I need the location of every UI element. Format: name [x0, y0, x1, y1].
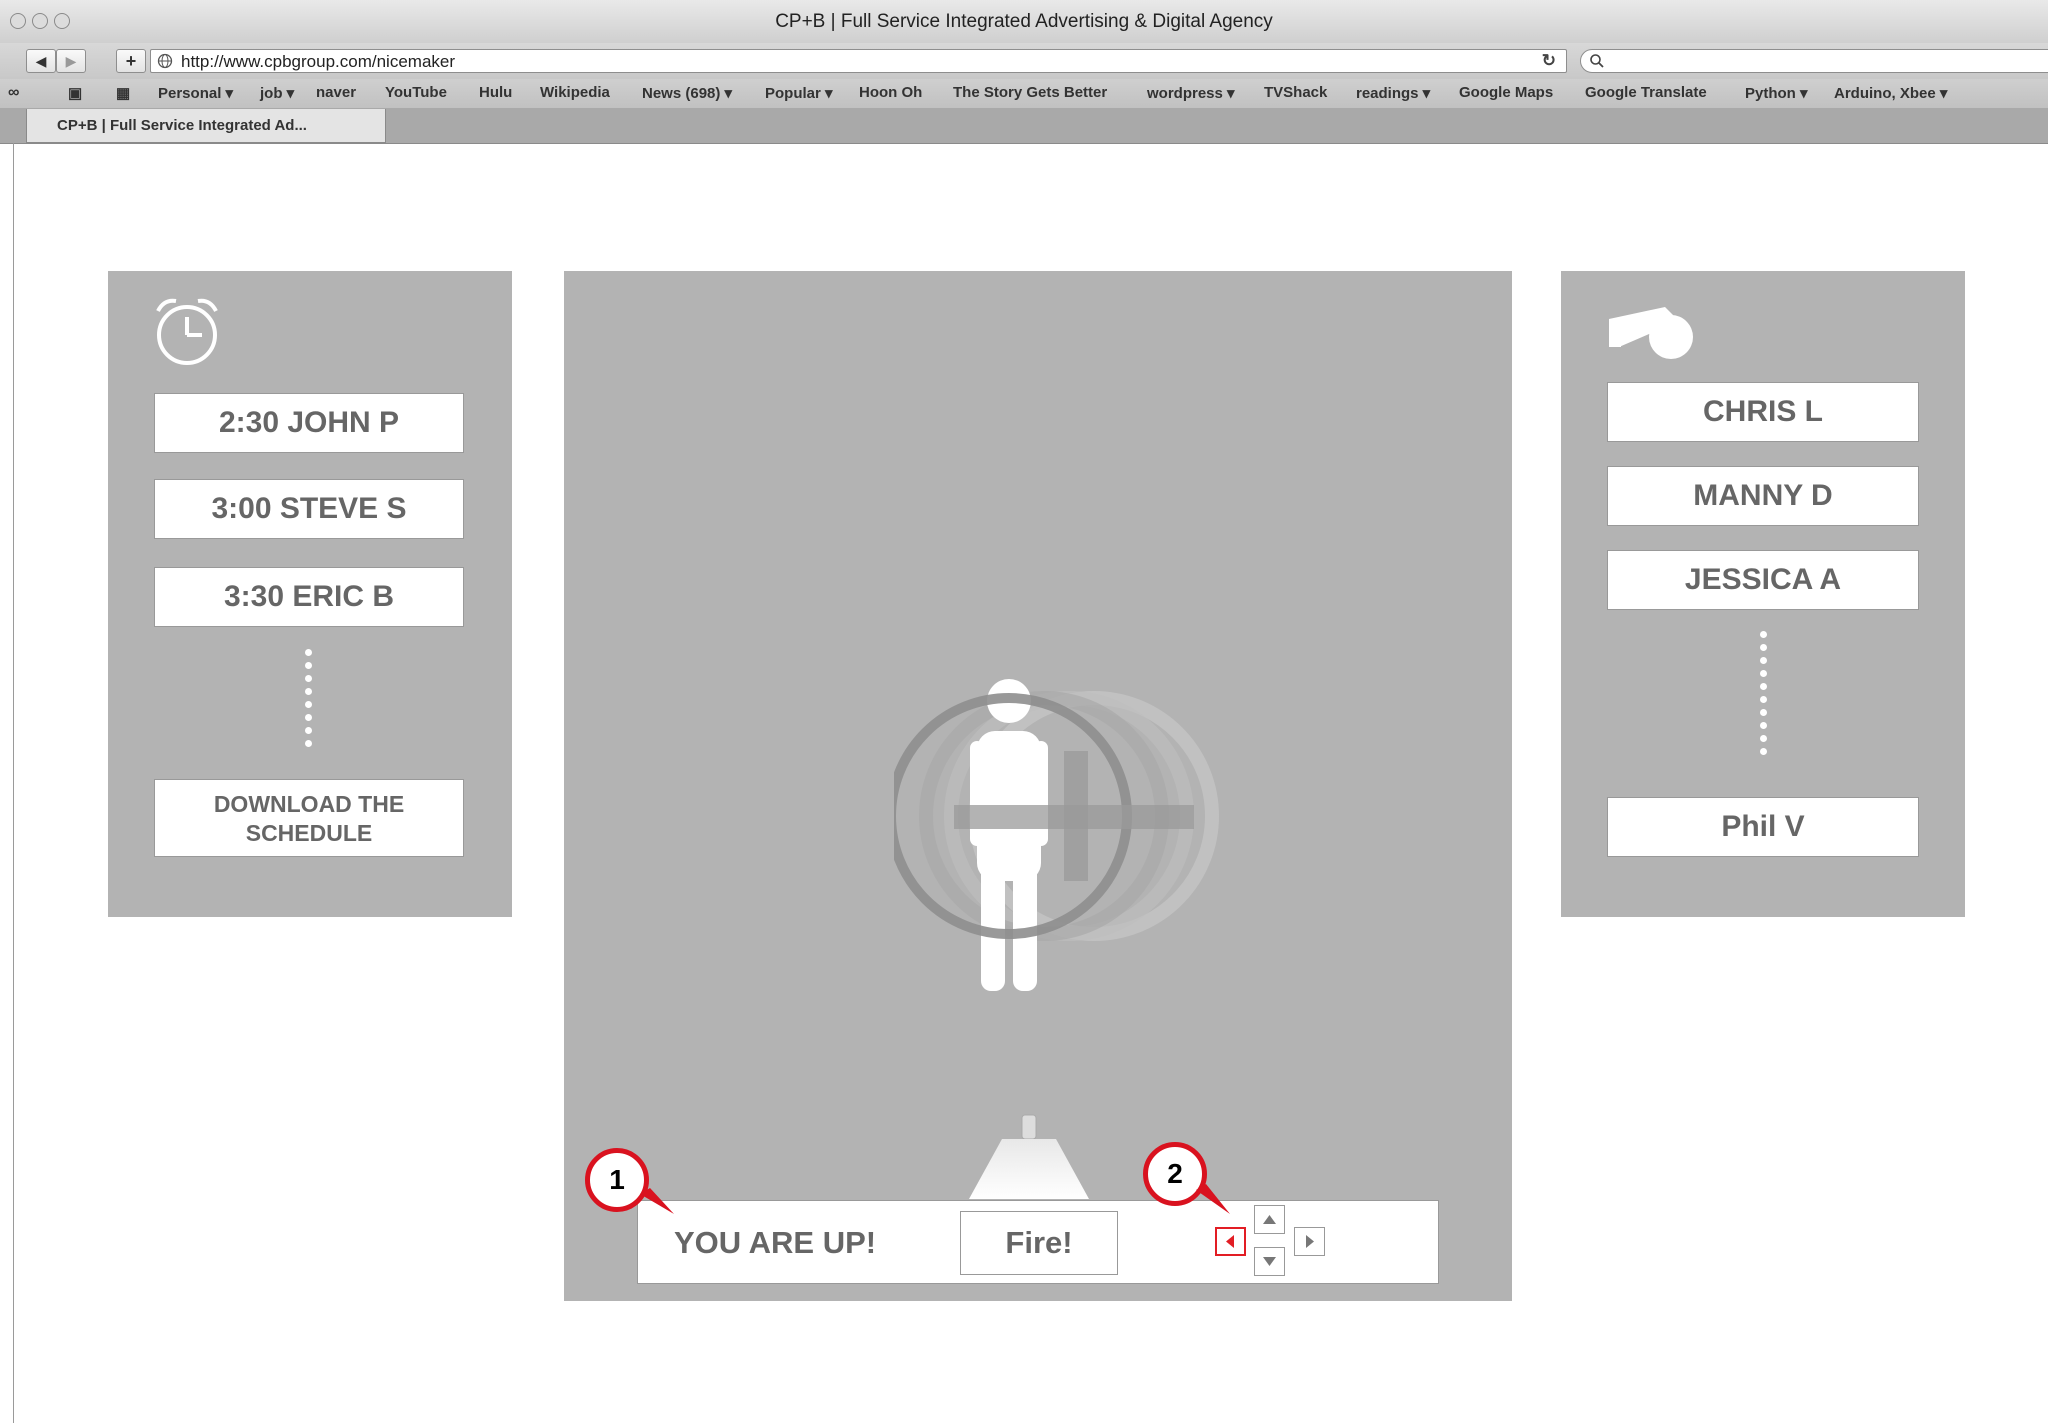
move-down-button[interactable] [1254, 1247, 1285, 1276]
download-schedule-button[interactable]: DOWNLOAD THE SCHEDULE [154, 779, 464, 857]
referee-item[interactable]: CHRIS L [1607, 382, 1919, 442]
bookmark-arduino-xbee[interactable]: Arduino, Xbee ▾ [1834, 84, 1947, 102]
bookmark-hoon-oh[interactable]: Hoon Oh [859, 84, 922, 101]
tab-strip: CP+B | Full Service Integrated Ad... [0, 109, 2048, 144]
bookmark-popular[interactable]: Popular ▾ [765, 84, 833, 102]
bookmarks-bar: ∞ ▣ ▦ Personal ▾ job ▾ naver YouTube Hul… [0, 79, 2048, 109]
fire-button[interactable]: Fire! [960, 1211, 1118, 1275]
forward-button[interactable]: ▶ [56, 49, 86, 73]
bookmark-story-gets-better[interactable]: The Story Gets Better [953, 84, 1107, 101]
arrow-down-icon [1263, 1257, 1276, 1266]
window-titlebar: CP+B | Full Service Integrated Advertisi… [0, 0, 2048, 44]
book-icon[interactable]: ▣ [68, 84, 82, 102]
back-button[interactable]: ◀ [26, 49, 56, 73]
bookmark-personal[interactable]: Personal ▾ [158, 84, 233, 102]
callout-pointer-2 [1196, 1184, 1230, 1214]
bookmark-naver[interactable]: naver [316, 84, 356, 101]
forward-arrow-icon: ▶ [65, 53, 77, 69]
add-bookmark-button[interactable]: + [116, 49, 146, 73]
move-up-button[interactable] [1254, 1205, 1285, 1234]
bookmark-python[interactable]: Python ▾ [1745, 84, 1808, 102]
arrow-right-icon [1306, 1235, 1314, 1248]
bookmark-news[interactable]: News (698) ▾ [642, 84, 732, 102]
game-stage [564, 271, 1512, 1301]
referee-item[interactable]: MANNY D [1607, 466, 1919, 526]
arrow-up-icon [1263, 1215, 1276, 1224]
search-icon [1590, 54, 1604, 68]
globe-icon [157, 53, 173, 69]
referee-item-last[interactable]: Phil V [1607, 797, 1919, 857]
url-text: http://www.cpbgroup.com/nicemaker [181, 52, 456, 71]
bookmark-google-translate[interactable]: Google Translate [1585, 84, 1707, 101]
move-left-button[interactable] [1215, 1227, 1246, 1256]
bookmark-youtube[interactable]: YouTube [385, 84, 447, 101]
move-right-button[interactable] [1294, 1227, 1325, 1256]
search-field[interactable] [1580, 49, 2048, 73]
plus-icon: + [125, 51, 137, 71]
arrow-left-icon [1226, 1235, 1234, 1248]
referee-item[interactable]: JESSICA A [1607, 550, 1919, 610]
player-control-bar: YOU ARE UP! Fire! [637, 1200, 1439, 1284]
alarm-clock-icon [156, 298, 218, 365]
referee-panel: CHRIS L MANNY D JESSICA A Phil V [1561, 271, 1965, 917]
bookmark-readings[interactable]: readings ▾ [1356, 84, 1430, 102]
tab-label: CP+B | Full Service Integrated Ad... [57, 117, 307, 134]
whistle-icon [1609, 307, 1693, 359]
status-text: YOU ARE UP! [674, 1225, 877, 1260]
schedule-panel: 2:30 JOHN P 3:00 STEVE S 3:30 ERIC B DOW… [108, 271, 512, 917]
grid-icon[interactable]: ▦ [116, 84, 130, 102]
bookmark-wikipedia[interactable]: Wikipedia [540, 84, 610, 101]
back-arrow-icon: ◀ [35, 53, 47, 69]
person-target-icon [894, 679, 1219, 991]
tab-cpb[interactable]: CP+B | Full Service Integrated Ad... [26, 109, 386, 143]
bookmark-wordpress[interactable]: wordpress ▾ [1147, 84, 1235, 102]
reading-glasses-icon[interactable]: ∞ [8, 84, 19, 102]
callout-pointer-1 [640, 1188, 674, 1214]
bookmark-tvshack[interactable]: TVShack [1264, 84, 1327, 101]
bookmark-job[interactable]: job ▾ [260, 84, 294, 102]
address-bar[interactable]: http://www.cpbgroup.com/nicemaker ↻ [150, 49, 1567, 73]
bookmark-hulu[interactable]: Hulu [479, 84, 512, 101]
schedule-item[interactable]: 3:00 STEVE S [154, 479, 464, 539]
schedule-item[interactable]: 2:30 JOHN P [154, 393, 464, 453]
cannon-icon [969, 1114, 1089, 1199]
reload-icon[interactable]: ↻ [1542, 51, 1556, 71]
page-left-border [0, 143, 14, 1423]
navigation-toolbar: ◀ ▶ + http://www.cpbgroup.com/nicemaker … [0, 43, 2048, 79]
bookmark-google-maps[interactable]: Google Maps [1459, 84, 1553, 101]
window-title: CP+B | Full Service Integrated Advertisi… [775, 11, 1273, 32]
schedule-item[interactable]: 3:30 ERIC B [154, 567, 464, 627]
